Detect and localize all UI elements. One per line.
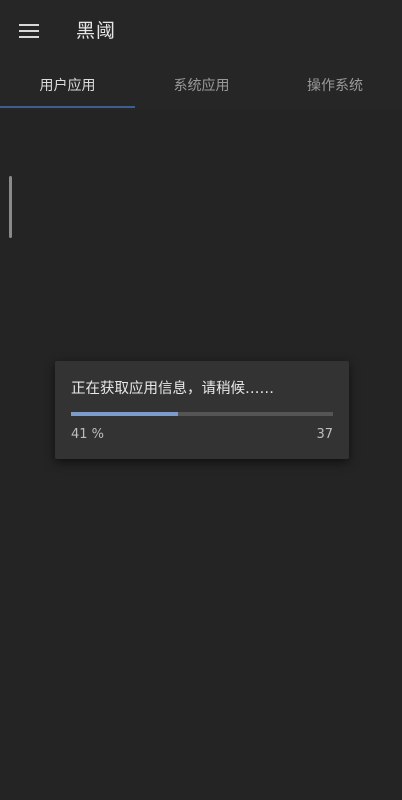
app-toolbar: 黑阈 — [0, 0, 402, 62]
app-title: 黑阈 — [76, 20, 117, 42]
tab-selected-indicator — [0, 106, 135, 108]
tab-system-apps[interactable]: 系统应用 — [135, 62, 268, 108]
menu-button[interactable] — [14, 16, 44, 46]
progress-dialog: 正在获取应用信息，请稍候…… 41 % 37 — [55, 361, 349, 459]
app-root: 黑阈 用户应用 系统应用 操作系统 正在获取应用信息，请稍候…… 41 % 37 — [0, 0, 402, 800]
progress-bar-fill — [71, 412, 179, 416]
progress-percent: 41 % — [71, 427, 105, 442]
hamburger-menu-icon — [19, 23, 39, 39]
tab-bar: 用户应用 系统应用 操作系统 — [0, 62, 402, 110]
tab-user-apps[interactable]: 用户应用 — [0, 62, 135, 108]
progress-count: 37 — [316, 427, 333, 442]
dialog-message: 正在获取应用信息，请稍候…… — [71, 381, 274, 397]
tab-operating-system[interactable]: 操作系统 — [268, 62, 402, 108]
progress-bar — [71, 412, 333, 416]
scrollbar-thumb[interactable] — [9, 176, 12, 238]
